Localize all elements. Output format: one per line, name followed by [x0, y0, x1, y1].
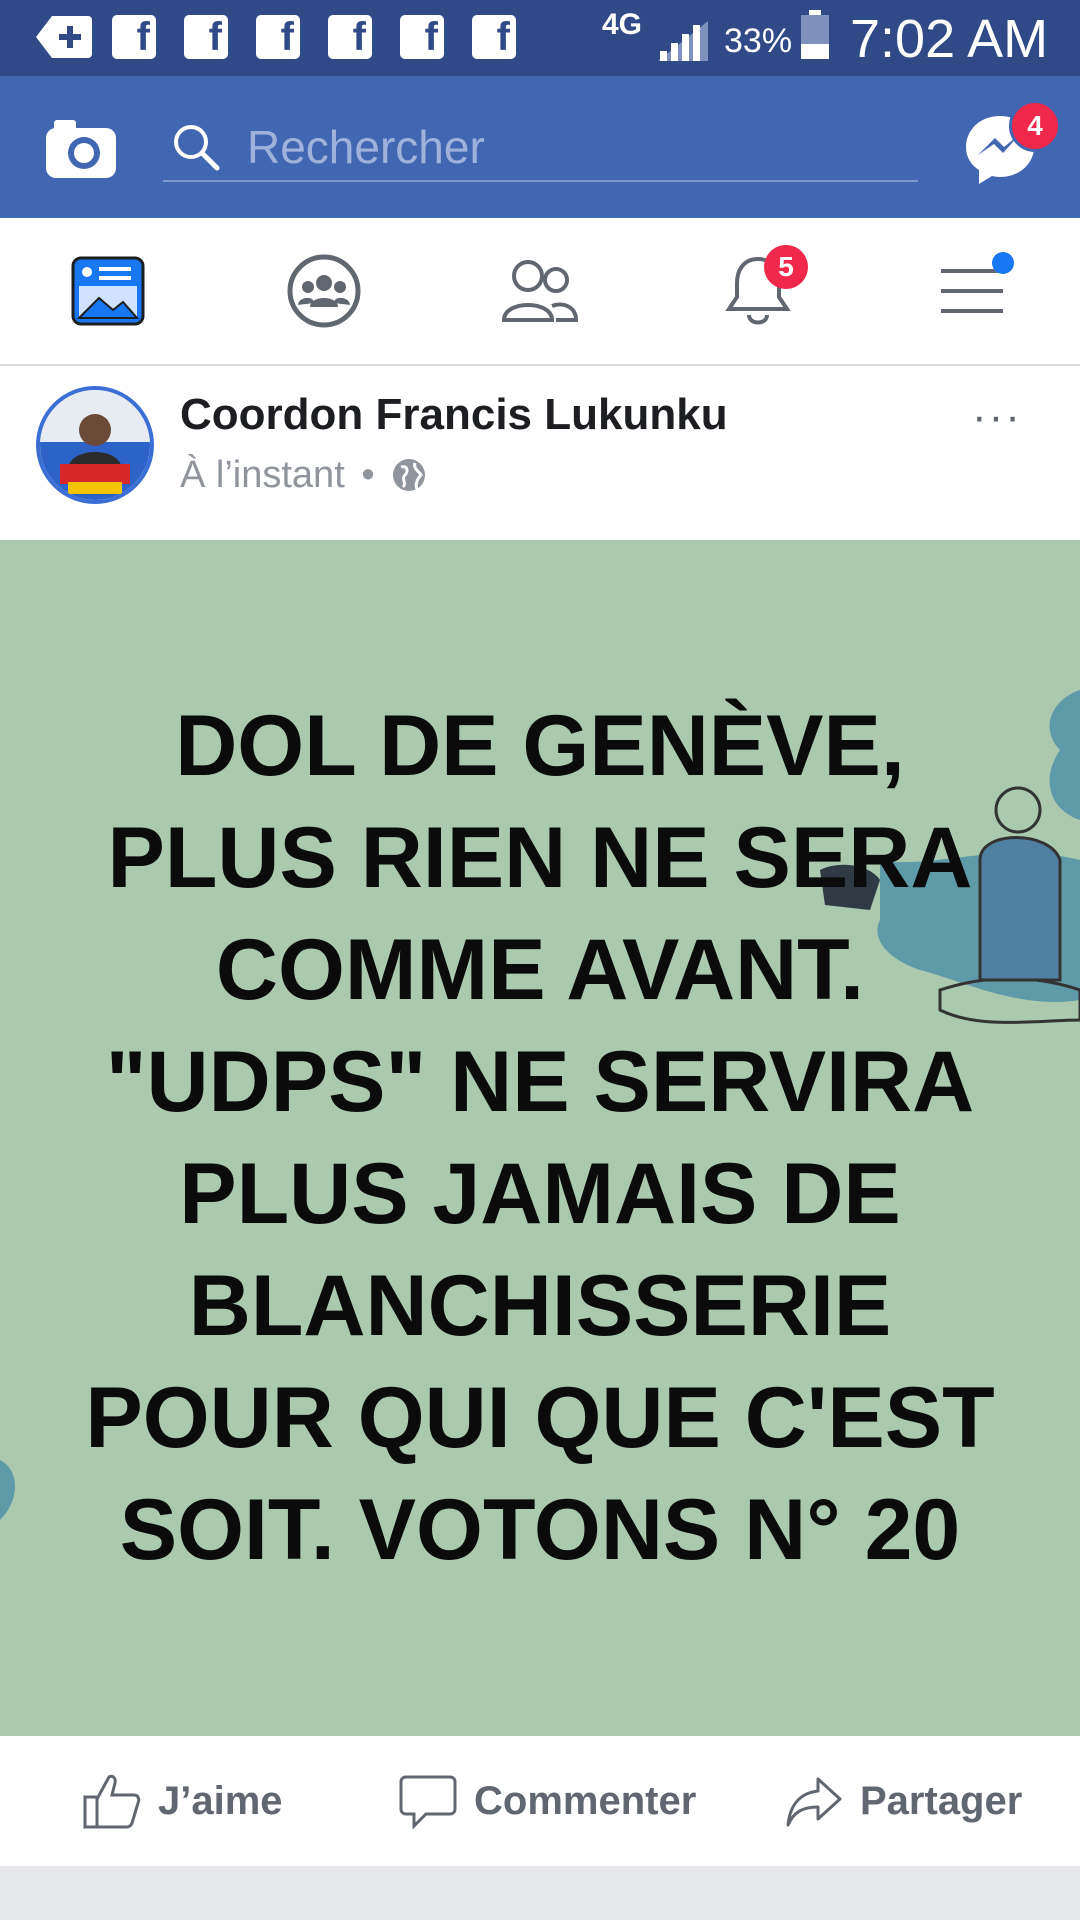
like-label: J’aime: [158, 1778, 283, 1823]
tab-friends[interactable]: [492, 246, 588, 336]
like-button[interactable]: J’aime: [82, 1766, 283, 1836]
avatar[interactable]: [36, 386, 154, 504]
post-meta: À l’instant •: [180, 454, 427, 497]
post-content: DOL DE GENÈVE, PLUS RIEN NE SERA COMME A…: [0, 540, 1080, 1736]
share-icon: [786, 1777, 842, 1827]
more-options-button[interactable]: ···: [972, 392, 1022, 442]
post-text-line: PLUS RIEN NE SERA: [107, 810, 973, 906]
clock: 7:02 AM: [850, 9, 1049, 69]
signal-icon: [656, 18, 710, 64]
groups-icon: [287, 254, 361, 328]
globe-icon: [393, 459, 426, 491]
messenger-badge: 4: [1009, 100, 1061, 152]
thumbs-up-icon: [83, 1774, 141, 1829]
facebook-icon: f: [256, 14, 300, 60]
meta-separator: •: [361, 454, 375, 496]
facebook-icon: f: [472, 14, 516, 60]
share-button[interactable]: Partager: [784, 1766, 1022, 1836]
status-bar: f f f f f f 4G 33% 7:02 AM: [0, 0, 1080, 76]
menu-new-indicator: [992, 252, 1014, 274]
post-header: Coordon Francis Lukunku À l’instant • ··…: [0, 366, 1080, 540]
facebook-icon: f: [328, 14, 372, 60]
friends-icon: [501, 260, 579, 322]
comment-label: Commenter: [474, 1778, 697, 1823]
tab-groups[interactable]: [276, 246, 372, 336]
notifications-badge: 5: [764, 245, 808, 289]
post-text-line: DOL DE GENÈVE,: [175, 698, 905, 794]
tab-news-feed[interactable]: [60, 246, 156, 336]
facebook-icon: f: [184, 14, 228, 60]
search-bar[interactable]: Rechercher: [163, 114, 918, 182]
post-text-line: POUR QUI QUE C'EST: [85, 1370, 995, 1466]
facebook-icon: f: [112, 14, 156, 60]
feed-divider: [0, 1866, 1080, 1920]
post-text-line: PLUS JAMAIS DE: [179, 1146, 901, 1242]
facebook-icon: f: [400, 14, 444, 60]
post-text: DOL DE GENÈVE, PLUS RIEN NE SERA COMME A…: [60, 690, 1020, 1586]
comment-icon: [399, 1775, 457, 1830]
camera-icon[interactable]: [44, 116, 118, 180]
news-feed-icon: [71, 256, 145, 326]
nav-tabs: [0, 218, 1080, 366]
post-text-line: BLANCHISSERIE: [188, 1258, 892, 1354]
post-actions: J’aime Commenter Partager: [0, 1736, 1080, 1866]
post-text-line: SOIT. VOTONS N° 20: [119, 1482, 961, 1578]
battery-percent: 33%: [724, 22, 793, 60]
search-icon: [171, 122, 221, 177]
top-app-bar: Rechercher: [0, 76, 1080, 218]
share-label: Partager: [860, 1778, 1023, 1823]
add-icon: [36, 14, 92, 60]
battery-icon: [800, 10, 830, 59]
network-type: 4G: [602, 8, 643, 41]
post-time[interactable]: À l’instant: [180, 454, 345, 496]
post-text-line: "UDPS" NE SERVIRA: [105, 1034, 975, 1130]
post-text-line: COMME AVANT.: [215, 922, 865, 1018]
search-input[interactable]: Rechercher: [247, 120, 485, 174]
comment-button[interactable]: Commenter: [398, 1766, 696, 1836]
post-author[interactable]: Coordon Francis Lukunku: [180, 390, 728, 440]
